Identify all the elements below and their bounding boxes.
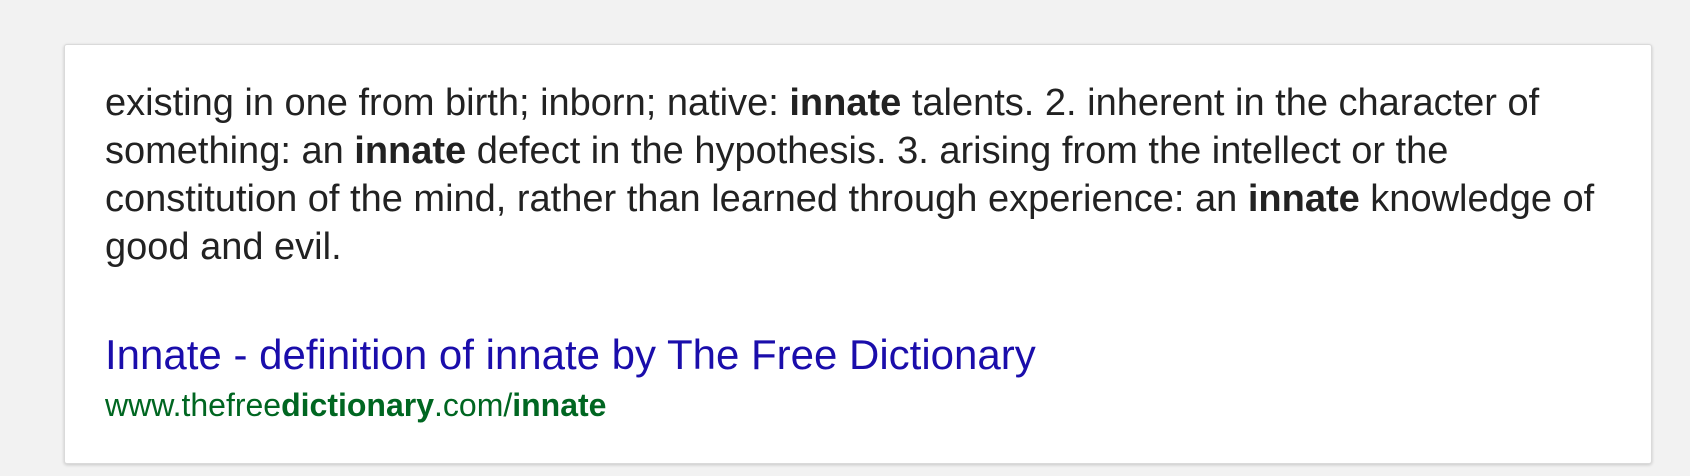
search-result-card: existing in one from birth; inborn; nati…: [64, 44, 1652, 464]
url-highlight: dictionary: [281, 387, 434, 423]
snippet-highlight: innate: [354, 130, 467, 172]
snippet-highlight: innate: [1247, 178, 1360, 220]
url-part: www.thefree: [105, 387, 282, 423]
url-highlight: innate: [512, 387, 607, 423]
definition-snippet: existing in one from birth; inborn; nati…: [105, 79, 1613, 271]
url-part: .com/: [434, 387, 513, 423]
snippet-text: existing in one from birth; inborn; nati…: [105, 82, 790, 124]
result-title-link[interactable]: Innate - definition of innate by The Fre…: [105, 329, 1036, 381]
snippet-highlight: innate: [789, 82, 902, 124]
result-url: www.thefreedictionary.com/innate: [105, 385, 1611, 425]
